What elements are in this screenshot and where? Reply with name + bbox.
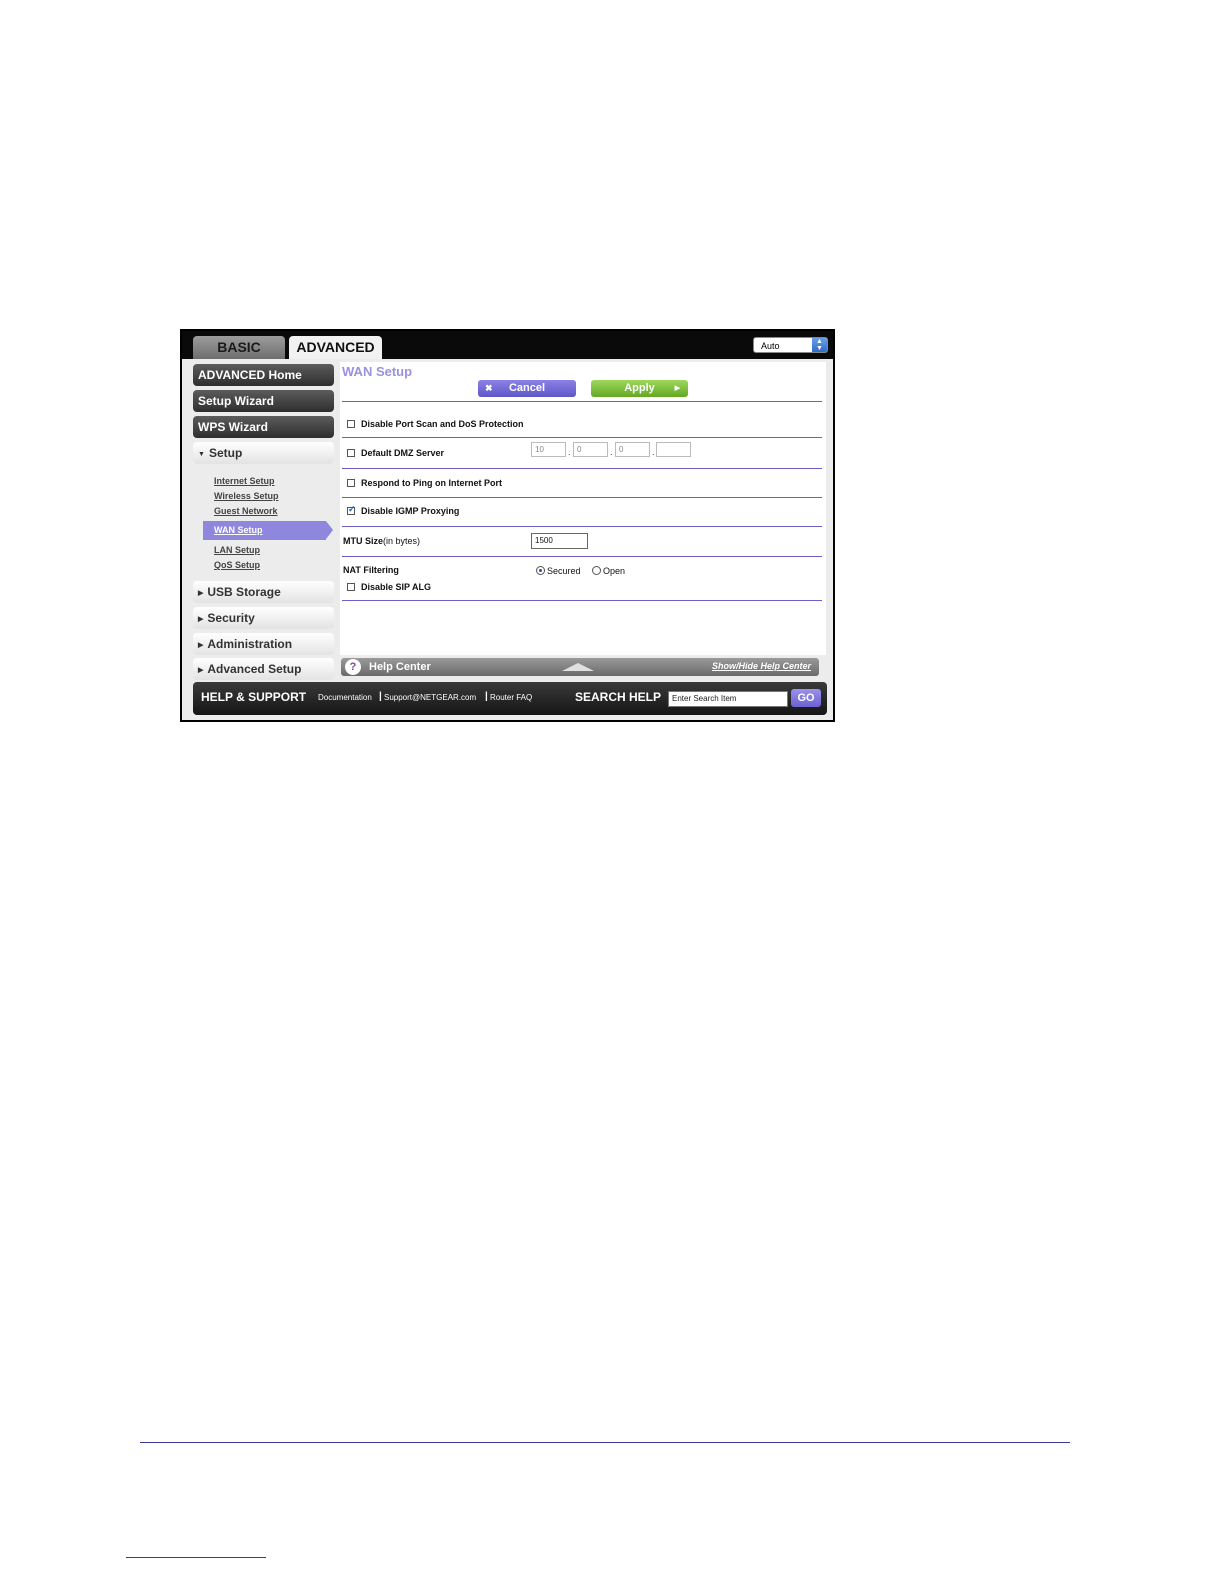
sidebar-link-qos-setup[interactable]: QoS Setup — [214, 560, 260, 570]
language-select[interactable]: Auto ▲ ▼ — [753, 337, 828, 353]
sidebar-link-guest-network[interactable]: Guest Network — [214, 506, 278, 516]
sidebar-item-advanced-home[interactable]: ADVANCED Home — [193, 364, 334, 386]
help-support-footer: HELP & SUPPORT Documentation | Support@N… — [193, 682, 827, 715]
divider — [342, 600, 822, 601]
search-help-label: SEARCH HELP — [575, 690, 662, 704]
apply-button-label: Apply — [624, 382, 655, 394]
disable-sip-alg-checkbox[interactable] — [347, 583, 355, 591]
ip-dot: . — [652, 447, 655, 457]
tab-basic[interactable]: BASIC — [193, 336, 285, 359]
disable-igmp-checkbox[interactable] — [347, 504, 356, 515]
nat-open-label: Open — [603, 566, 626, 576]
arrow-right-icon: ▶ — [674, 385, 680, 392]
sidebar-link-label: WAN Setup — [214, 525, 263, 535]
disable-sip-alg-label: Disable SIP ALG — [361, 582, 432, 592]
router-admin-window: BASIC ADVANCED Auto ▲ ▼ ADVANCED Home Set… — [180, 329, 835, 722]
apply-button[interactable]: Apply ▶ — [591, 380, 688, 397]
search-input[interactable]: Enter Search Item — [668, 691, 788, 707]
divider — [342, 437, 822, 438]
dmz-ip-octet-2[interactable]: 0 — [573, 442, 608, 457]
divider — [342, 556, 822, 557]
sidebar-link-internet-setup[interactable]: Internet Setup — [214, 476, 275, 486]
sidebar-link-lan-setup[interactable]: LAN Setup — [214, 545, 260, 555]
sidebar-item-setup-wizard[interactable]: Setup Wizard — [193, 390, 334, 412]
divider — [342, 526, 822, 527]
go-button[interactable]: GO — [791, 689, 821, 707]
sidebar-section-usb-storage[interactable]: ▶ USB Storage — [193, 581, 334, 603]
sidebar-link-wan-setup-active[interactable]: WAN Setup — [203, 521, 333, 540]
triangle-right-icon: ▶ — [198, 667, 204, 674]
select-arrows-icon: ▲ ▼ — [812, 338, 827, 352]
triangle-right-icon: ▶ — [198, 590, 204, 597]
main-panel: WAN Setup ✖ Cancel Apply ▶ Disable Port Sc… — [340, 362, 826, 655]
nat-open-radio[interactable] — [592, 566, 601, 575]
divider — [342, 468, 822, 469]
separator: | — [379, 691, 382, 702]
sidebar: ADVANCED Home Setup Wizard WPS Wizard ▼ S… — [193, 363, 336, 685]
sidebar-item-wps-wizard[interactable]: WPS Wizard — [193, 416, 334, 438]
disable-port-scan-label: Disable Port Scan and DoS Protection — [361, 419, 524, 429]
page-divider — [140, 1442, 1070, 1443]
help-support-title: HELP & SUPPORT — [201, 690, 307, 704]
chevron-up-icon[interactable] — [562, 663, 594, 671]
respond-ping-label: Respond to Ping on Internet Port — [361, 478, 502, 488]
triangle-right-icon: ▶ — [198, 642, 204, 649]
app-body: ADVANCED Home Setup Wizard WPS Wizard ▼ S… — [182, 359, 833, 720]
nat-secured-radio[interactable] — [536, 566, 545, 575]
sidebar-link-wireless-setup[interactable]: Wireless Setup — [214, 491, 278, 501]
tab-advanced[interactable]: ADVANCED — [289, 336, 382, 359]
support-email-link[interactable]: Support@NETGEAR.com — [384, 693, 476, 702]
default-dmz-checkbox[interactable] — [347, 449, 355, 457]
help-center-bar[interactable]: ? Help Center Show/Hide Help Center — [341, 658, 819, 676]
separator: | — [485, 691, 488, 702]
sidebar-section-label: Administration — [207, 637, 293, 651]
show-hide-help-link[interactable]: Show/Hide Help Center — [712, 661, 811, 671]
dmz-ip-octet-3[interactable]: 0 — [615, 442, 650, 457]
tab-bar: BASIC ADVANCED Auto ▲ ▼ — [182, 331, 833, 359]
help-center-title: Help Center — [369, 661, 431, 673]
sidebar-section-advanced-setup[interactable]: ▶ Advanced Setup — [193, 658, 334, 680]
divider — [342, 401, 822, 402]
triangle-right-icon: ▶ — [198, 616, 204, 623]
triangle-down-icon: ▼ — [198, 451, 205, 458]
page-title: WAN Setup — [342, 364, 413, 379]
divider — [342, 497, 822, 498]
router-faq-link[interactable]: Router FAQ — [490, 693, 532, 702]
cancel-button[interactable]: ✖ Cancel — [478, 380, 576, 397]
sidebar-section-security[interactable]: ▶ Security — [193, 607, 334, 629]
sidebar-section-label: USB Storage — [207, 585, 281, 599]
ip-dot: . — [568, 447, 571, 457]
sidebar-section-administration[interactable]: ▶ Administration — [193, 633, 334, 655]
nat-filtering-label: NAT Filtering — [343, 565, 399, 575]
documentation-link[interactable]: Documentation — [318, 693, 372, 702]
close-icon: ✖ — [485, 383, 493, 393]
footer-divider — [126, 1557, 266, 1558]
dmz-ip-octet-4[interactable] — [656, 442, 691, 457]
question-mark-icon: ? — [345, 659, 361, 675]
default-dmz-label: Default DMZ Server — [361, 448, 445, 458]
dmz-ip-octet-1[interactable]: 10 — [531, 442, 566, 457]
language-select-value: Auto — [761, 341, 780, 351]
cancel-button-label: Cancel — [508, 382, 546, 394]
nat-secured-label: Secured — [547, 566, 581, 576]
sidebar-section-label: Setup — [208, 446, 243, 460]
sidebar-section-label: Security — [207, 611, 255, 625]
mtu-size-input[interactable]: 1500 — [531, 533, 588, 549]
respond-ping-checkbox[interactable] — [347, 479, 355, 487]
ip-dot: . — [610, 447, 613, 457]
sidebar-section-label: Advanced Setup — [207, 662, 302, 676]
mtu-size-label-text: MTU Size — [343, 536, 384, 546]
disable-igmp-label: Disable IGMP Proxying — [361, 506, 460, 516]
disable-port-scan-checkbox[interactable] — [347, 420, 355, 428]
sidebar-section-setup[interactable]: ▼ Setup — [193, 442, 334, 464]
mtu-size-label: MTU Size(in bytes) — [343, 536, 420, 546]
mtu-unit-label: (in bytes) — [383, 536, 421, 546]
